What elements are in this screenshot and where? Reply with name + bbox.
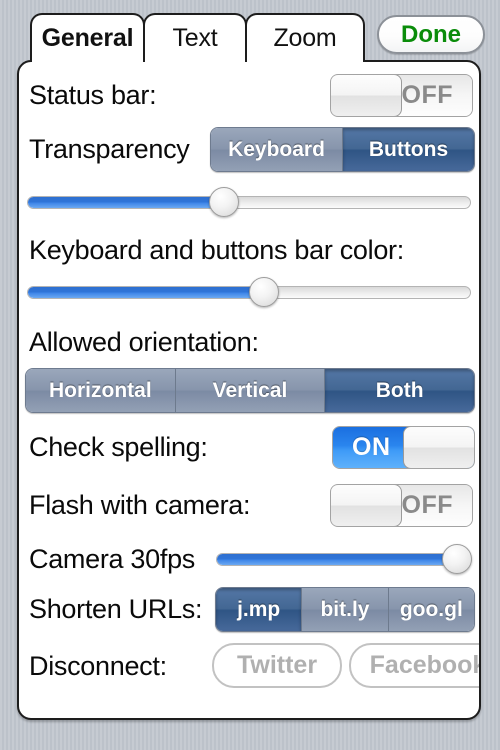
tab-text-label: Text [172,24,218,52]
check-spelling-switch-knob[interactable] [403,427,474,468]
bar-color-slider[interactable] [27,277,471,307]
row-allowed-orientation-label: Allowed orientation: [19,320,479,364]
status-bar-label: Status bar: [29,79,157,110]
row-allowed-orientation-control: Horizontal Vertical Both [19,366,479,416]
shorten-urls-segmented-control[interactable]: j.mp bit.ly goo.gl [215,587,475,632]
disconnect-facebook-button[interactable]: Facebook [349,643,481,688]
shorten-urls-segment-googl[interactable]: goo.gl [388,588,474,631]
row-shorten-urls: Shorten URLs: j.mp bit.ly goo.gl [19,584,479,634]
transparency-segment-keyboard[interactable]: Keyboard [211,128,343,171]
camera-fps-slider[interactable] [216,544,472,574]
row-bar-color-slider [19,274,479,310]
allowed-orientation-segmented-control[interactable]: Horizontal Vertical Both [25,368,475,413]
transparency-slider[interactable] [27,187,471,217]
row-flash-with-camera: Flash with camera: OFF [19,480,479,530]
flash-with-camera-switch[interactable]: OFF [330,484,473,527]
active-tab-merge [32,58,143,64]
done-button[interactable]: Done [377,15,485,54]
disconnect-facebook-label: Facebook [369,651,481,679]
tab-zoom[interactable]: Zoom [245,13,365,62]
transparency-label: Transparency [29,133,190,164]
camera-fps-slider-fill [217,554,471,565]
settings-panel: Status bar: OFF Transparency Keyboard Bu… [17,60,481,720]
bar-color-slider-knob[interactable] [249,277,279,307]
transparency-segmented-control[interactable]: Keyboard Buttons [210,127,475,172]
tab-zoom-label: Zoom [273,24,337,52]
tab-text[interactable]: Text [143,13,247,62]
transparency-slider-fill [28,197,227,208]
tab-bar: General Text Zoom Done [0,0,500,64]
disconnect-label: Disconnect: [29,650,167,681]
orientation-segment-both[interactable]: Both [325,369,474,412]
transparency-slider-track[interactable] [27,196,471,209]
tab-general[interactable]: General [30,13,145,62]
orientation-segment-horizontal[interactable]: Horizontal [26,369,176,412]
tab-general-label: General [41,24,134,52]
status-bar-switch-knob[interactable] [331,75,402,116]
row-transparency-slider [19,184,479,220]
camera-fps-slider-track[interactable] [216,553,472,566]
disconnect-twitter-label: Twitter [236,651,318,679]
status-bar-switch-state: OFF [401,81,453,109]
shorten-urls-segment-jmp[interactable]: j.mp [216,588,303,631]
camera-fps-slider-knob[interactable] [442,544,472,574]
disconnect-twitter-button[interactable]: Twitter [212,643,342,688]
flash-with-camera-switch-knob[interactable] [331,485,402,526]
row-camera-fps: Camera 30fps [19,536,479,582]
check-spelling-label: Check spelling: [29,431,208,462]
camera-fps-label: Camera 30fps [29,543,195,574]
check-spelling-switch-state: ON [352,433,391,461]
transparency-slider-knob[interactable] [209,187,240,217]
bar-color-label: Keyboard and buttons bar color: [29,234,404,265]
check-spelling-switch[interactable]: ON [332,426,475,469]
row-check-spelling: Check spelling: ON [19,422,479,472]
row-bar-color-label: Keyboard and buttons bar color: [19,228,479,272]
done-button-label: Done [401,20,461,48]
row-status-bar: Status bar: OFF [19,70,479,120]
row-disconnect: Disconnect: Twitter Facebook [19,640,479,692]
allowed-orientation-label: Allowed orientation: [29,326,259,357]
shorten-urls-segment-bitly[interactable]: bit.ly [302,588,389,631]
transparency-segment-buttons[interactable]: Buttons [343,128,474,171]
orientation-segment-vertical[interactable]: Vertical [175,369,326,412]
flash-with-camera-label: Flash with camera: [29,489,251,520]
status-bar-switch[interactable]: OFF [330,74,473,117]
row-transparency: Transparency Keyboard Buttons [19,124,479,174]
flash-with-camera-switch-state: OFF [401,491,453,519]
shorten-urls-label: Shorten URLs: [29,593,203,624]
bar-color-slider-fill [28,287,267,298]
